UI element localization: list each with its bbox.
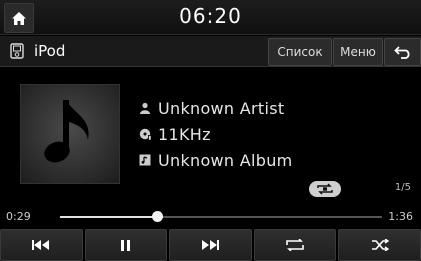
music-note-icon [44, 100, 89, 163]
repeat-one-icon [317, 183, 333, 195]
repeat-button[interactable] [253, 229, 337, 261]
sample-rate: 11KHz [158, 124, 211, 144]
menu-button[interactable]: Меню [333, 38, 383, 66]
clock: 06:20 [179, 4, 242, 28]
list-button[interactable]: Список [268, 38, 332, 66]
back-button[interactable] [384, 38, 421, 66]
playback-controls [0, 229, 421, 261]
progress-bar[interactable] [60, 211, 382, 222]
album-name: Unknown Album [158, 150, 293, 170]
ipod-source-icon [10, 43, 24, 59]
title-bar: iPod Список Меню [0, 36, 421, 67]
album-row: Unknown Album [138, 149, 293, 171]
ipod-player-screen: 06:20 iPod Список Меню Unknown Artist 11… [0, 0, 421, 261]
total-time: 1:36 [388, 210, 413, 223]
artist-name: Unknown Artist [158, 98, 285, 118]
source-label: iPod [34, 42, 66, 60]
sample-rate-row: 11KHz [138, 123, 211, 145]
track-count: 1/5 [394, 182, 411, 193]
previous-button[interactable] [0, 229, 83, 261]
shuffle-icon [371, 239, 389, 251]
previous-icon [32, 240, 50, 250]
repeat-icon [286, 239, 304, 251]
back-arrow-icon [393, 46, 409, 59]
artist-row: Unknown Artist [138, 97, 284, 119]
elapsed-time: 0:29 [6, 210, 31, 223]
progress-fill [60, 216, 157, 218]
pause-button[interactable] [84, 229, 168, 261]
repeat-mode-badge [309, 181, 341, 197]
album-icon [138, 153, 152, 167]
shuffle-button[interactable] [338, 229, 421, 261]
next-button[interactable] [169, 229, 252, 261]
album-art [20, 84, 120, 184]
status-bar: 06:20 [0, 0, 421, 35]
artist-icon [138, 101, 152, 115]
pause-icon [120, 239, 130, 251]
disc-icon [138, 127, 152, 141]
progress-handle[interactable] [151, 211, 163, 222]
next-icon [202, 240, 220, 250]
